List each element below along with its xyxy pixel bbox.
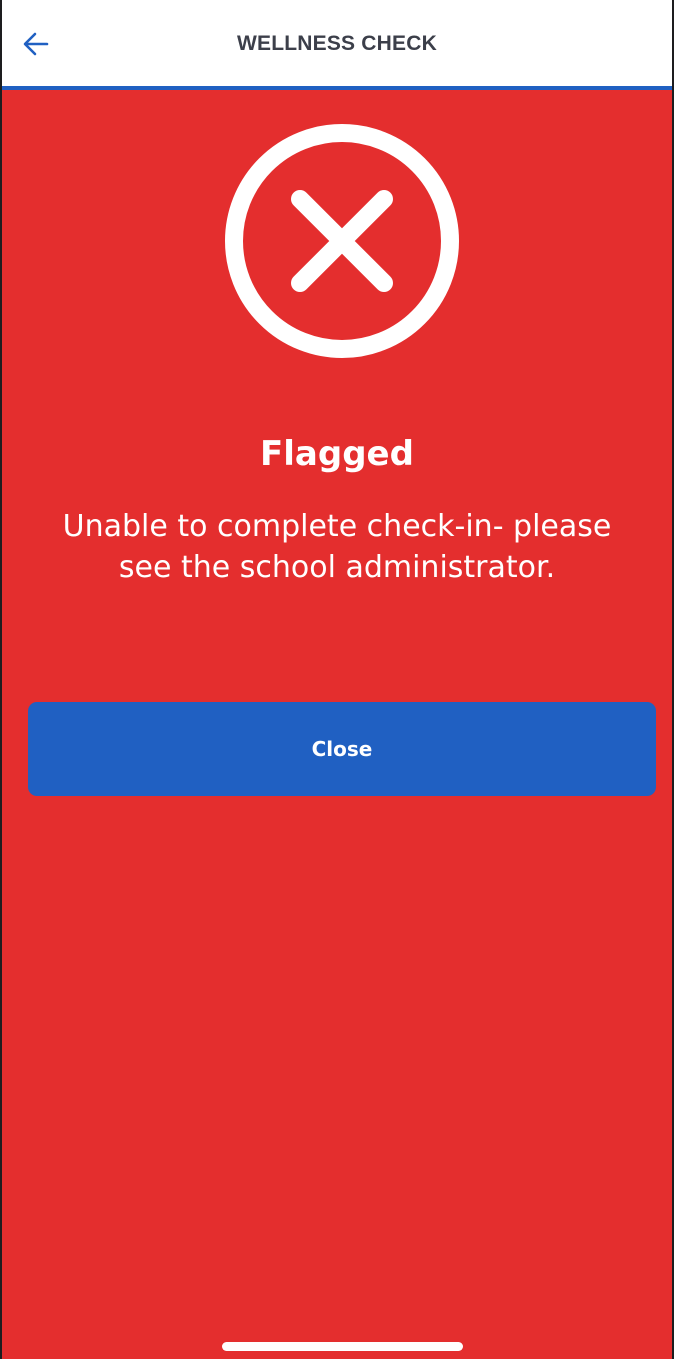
- wellness-check-screen: WELLNESS CHECK Flagged Unable to complet…: [0, 0, 674, 1359]
- status-title: Flagged: [260, 434, 414, 474]
- page-title: WELLNESS CHECK: [237, 32, 437, 55]
- close-button-label: Close: [311, 737, 373, 761]
- status-message: Unable to complete check-in- please see …: [62, 509, 612, 585]
- home-indicator: [222, 1342, 463, 1351]
- flagged-status-panel: Flagged Unable to complete check-in- ple…: [0, 90, 674, 1359]
- close-button[interactable]: Close: [28, 702, 656, 796]
- x-circle-icon: [225, 124, 459, 358]
- app-header: WELLNESS CHECK: [0, 0, 674, 90]
